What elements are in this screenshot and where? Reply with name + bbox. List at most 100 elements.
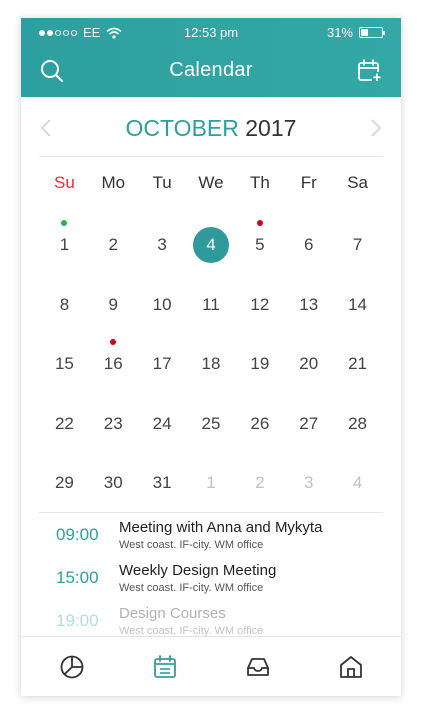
day-cell[interactable]: 16: [89, 336, 138, 396]
app-screen: EE 12:53 pm 31% Calendar OCTOBER 2017 Su…: [21, 18, 401, 696]
chevron-right-icon[interactable]: [369, 118, 383, 138]
divider: [39, 156, 383, 157]
day-number: 25: [201, 413, 221, 433]
day-cell[interactable]: 21: [333, 336, 382, 396]
day-cell[interactable]: 6: [284, 217, 333, 277]
month-selector: OCTOBER 2017: [21, 97, 401, 157]
weekday-label: We: [198, 173, 224, 192]
weekday-label: Fr: [300, 173, 317, 192]
weekday-label: Tu: [152, 173, 172, 192]
day-cell[interactable]: 4: [333, 455, 382, 515]
event-item[interactable]: 19:00 Design Courses West coast. IF-city. …: [21, 599, 401, 638]
day-cell[interactable]: 15: [40, 336, 89, 396]
inbox-icon[interactable]: [245, 654, 271, 680]
day-number: 24: [152, 413, 172, 433]
day-cell[interactable]: 26: [235, 396, 284, 456]
day-cell[interactable]: 9: [89, 277, 138, 337]
day-number: 29: [54, 473, 74, 492]
calendar-add-icon[interactable]: [357, 58, 383, 84]
year-label: 2017: [245, 115, 297, 141]
day-cell[interactable]: 1: [187, 455, 236, 515]
day-cell[interactable]: 22: [40, 396, 89, 456]
stats-icon[interactable]: [59, 654, 85, 680]
day-cell[interactable]: 27: [284, 396, 333, 456]
day-number: 13: [299, 294, 319, 314]
day-cell[interactable]: 2: [89, 217, 138, 277]
day-cell[interactable]: 14: [333, 277, 382, 337]
day-number: 31: [152, 473, 172, 492]
month-name: OCTOBER: [125, 115, 239, 141]
day-number: 1: [59, 235, 70, 254]
day-number: 28: [348, 413, 368, 433]
day-number: 8: [59, 294, 70, 314]
day-number: 3: [157, 235, 167, 254]
weekday-label: Mo: [101, 173, 126, 192]
day-cell-today[interactable]: 4: [187, 217, 236, 277]
day-number: 23: [103, 413, 123, 433]
day-cell[interactable]: 11: [187, 277, 236, 337]
day-cell[interactable]: 20: [284, 336, 333, 396]
day-number: 19: [250, 354, 270, 373]
day-cell[interactable]: 1: [40, 217, 89, 277]
day-cell[interactable]: 28: [333, 396, 382, 456]
event-time: 19:00: [56, 611, 99, 630]
weekday-header: Su Mo Tu We Th Fr Sa: [40, 173, 382, 199]
event-time: 09:00: [56, 525, 99, 544]
day-cell[interactable]: 13: [284, 277, 333, 337]
day-number: 20: [299, 354, 319, 373]
day-cell[interactable]: 5: [235, 217, 284, 277]
day-number: 10: [152, 294, 172, 314]
event-title: Design Courses: [119, 605, 226, 622]
battery-percent: 31%: [326, 25, 353, 40]
day-cell[interactable]: 7: [333, 217, 382, 277]
day-cell[interactable]: 12: [235, 277, 284, 337]
weekday-label: Su: [54, 173, 75, 192]
day-cell[interactable]: 29: [40, 455, 89, 515]
day-number: 4: [352, 473, 363, 492]
day-cell[interactable]: 25: [187, 396, 236, 456]
day-number: 17: [152, 354, 172, 373]
day-number: 15: [54, 354, 74, 373]
status-bar: EE 12:53 pm 31%: [21, 18, 401, 46]
event-dot: [61, 220, 68, 226]
weekday-label: Th: [249, 173, 270, 192]
day-cell[interactable]: 23: [89, 396, 138, 456]
page-title: Calendar: [169, 59, 253, 81]
day-cell[interactable]: 18: [187, 336, 236, 396]
day-cell[interactable]: 3: [284, 455, 333, 515]
event-item[interactable]: 09:00 Meeting with Anna and Mykyta West co…: [21, 513, 401, 555]
top-bar: EE 12:53 pm 31% Calendar: [21, 18, 401, 97]
day-number: 4: [192, 227, 229, 263]
day-number: 18: [201, 354, 221, 373]
day-number: 14: [348, 294, 368, 314]
day-number: 6: [303, 235, 314, 254]
day-cell[interactable]: 2: [235, 455, 284, 515]
event-title: Meeting with Anna and Mykyta: [119, 519, 323, 536]
day-cell[interactable]: 31: [138, 455, 187, 515]
calendar-icon[interactable]: [152, 654, 178, 680]
calendar-grid: 1 2 3 4 5 6 7 8 9 10 11 12 13 14 15 16 17 18 19 20 21 22 23 24 2…: [40, 217, 382, 515]
day-cell[interactable]: 17: [138, 336, 187, 396]
event-list: 09:00 Meeting with Anna and Mykyta West co…: [21, 513, 401, 638]
home-icon[interactable]: [338, 654, 364, 680]
day-number: 27: [299, 413, 319, 433]
day-cell[interactable]: 8: [40, 277, 89, 337]
day-number: 11: [202, 294, 220, 314]
day-number: 1: [206, 473, 216, 492]
day-number: 2: [255, 473, 265, 492]
day-number: 30: [103, 473, 123, 492]
day-number: 2: [108, 235, 118, 254]
day-number: 12: [250, 294, 270, 314]
event-location: West coast. IF-city. WM office: [119, 539, 264, 551]
day-cell[interactable]: 10: [138, 277, 187, 337]
battery-icon: [359, 27, 385, 38]
weekday-label: Sa: [347, 173, 368, 192]
day-cell[interactable]: 19: [235, 336, 284, 396]
status-right: 31%: [326, 25, 385, 40]
event-title: Weekly Design Meeting: [119, 562, 277, 579]
day-cell[interactable]: 24: [138, 396, 187, 456]
day-cell[interactable]: 30: [89, 455, 138, 515]
event-item[interactable]: 15:00 Weekly Design Meeting West coast. IF…: [21, 556, 401, 598]
day-cell[interactable]: 3: [138, 217, 187, 277]
month-label: OCTOBER 2017: [21, 115, 401, 142]
